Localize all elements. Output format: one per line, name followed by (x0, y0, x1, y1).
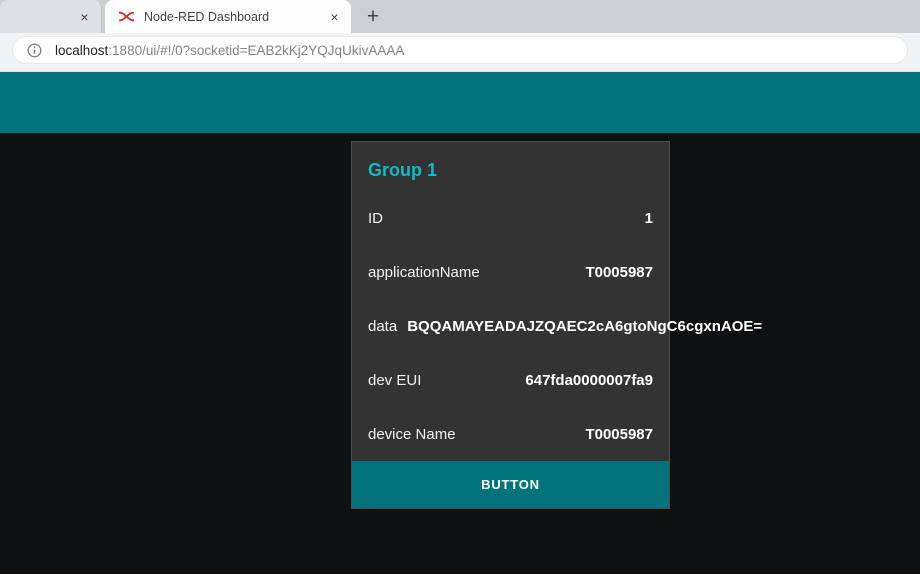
row-value: BQQAMAYEADAJZQAEC2cA6gtoNgC6cgxnAOE= (407, 318, 762, 335)
group-card: Group 1 ID 1 applicationName T0005987 da… (351, 141, 670, 509)
row-label: device Name (368, 426, 456, 443)
group-title: Group 1 (352, 142, 669, 191)
url-path: :1880/ui/#!/0?socketid=EAB2kKj2YQJqUkivA… (108, 43, 404, 58)
url-text: localhost:1880/ui/#!/0?socketid=EAB2kKj2… (55, 43, 404, 58)
node-red-icon (118, 8, 135, 25)
browser-toolbar: localhost:1880/ui/#!/0?socketid=EAB2kKj2… (0, 33, 920, 67)
url-host: localhost (55, 43, 108, 58)
row-label: applicationName (368, 264, 480, 281)
text-row-application-name: applicationName T0005987 (352, 245, 669, 299)
tab-inactive[interactable]: × (0, 0, 102, 33)
info-icon[interactable] (27, 43, 42, 58)
close-icon[interactable]: × (76, 8, 93, 25)
dashboard-button[interactable]: BUTTON (352, 461, 669, 508)
text-row-id: ID 1 (352, 191, 669, 245)
dashboard-header-bar (0, 72, 920, 133)
text-row-device-name: device Name T0005987 (352, 407, 669, 461)
row-value: 647fda0000007fa9 (525, 372, 653, 389)
close-icon[interactable]: × (326, 8, 343, 25)
row-value: T0005987 (585, 426, 653, 443)
row-label: ID (368, 210, 383, 227)
text-row-dev-eui: dev EUI 647fda0000007fa9 (352, 353, 669, 407)
row-value: T0005987 (585, 264, 653, 281)
row-label: data (368, 318, 397, 335)
new-tab-button[interactable]: + (359, 3, 387, 31)
text-row-data: data BQQAMAYEADAJZQAEC2cA6gtoNgC6cgxnAOE… (352, 299, 669, 353)
tab-title: Node-RED Dashboard (144, 10, 326, 24)
address-bar[interactable]: localhost:1880/ui/#!/0?socketid=EAB2kKj2… (12, 36, 908, 64)
tab-node-red-dashboard[interactable]: Node-RED Dashboard × (105, 0, 351, 33)
row-value: 1 (645, 210, 653, 227)
browser-tab-strip: × Node-RED Dashboard × + (0, 0, 920, 33)
row-label: dev EUI (368, 372, 421, 389)
